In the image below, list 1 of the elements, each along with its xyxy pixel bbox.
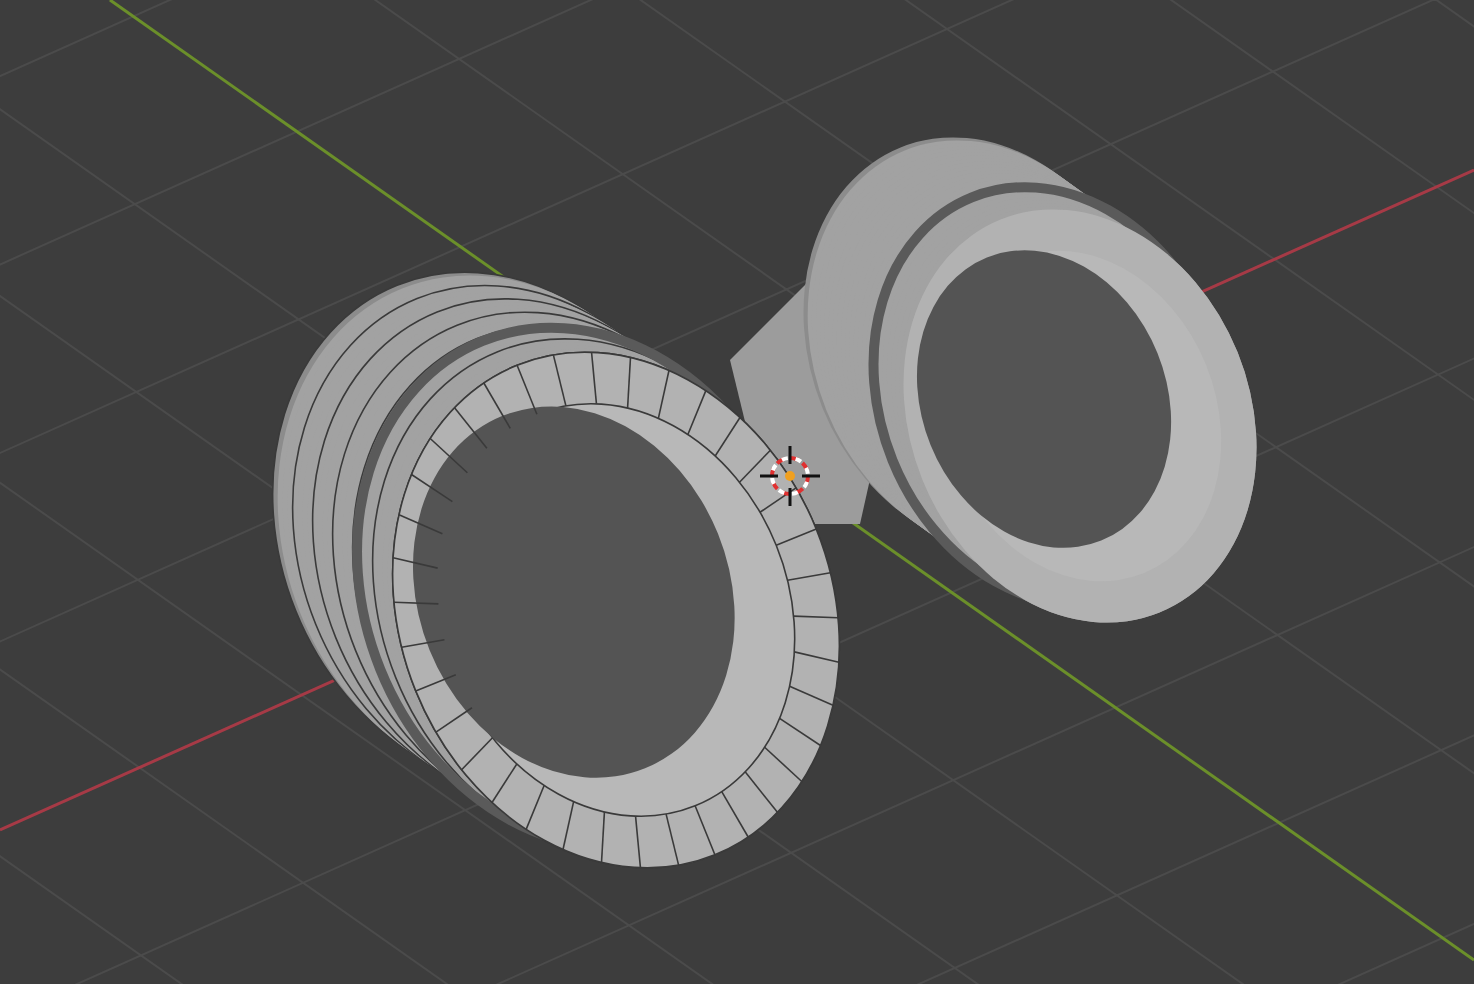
- 3d-cursor-icon: [758, 444, 822, 508]
